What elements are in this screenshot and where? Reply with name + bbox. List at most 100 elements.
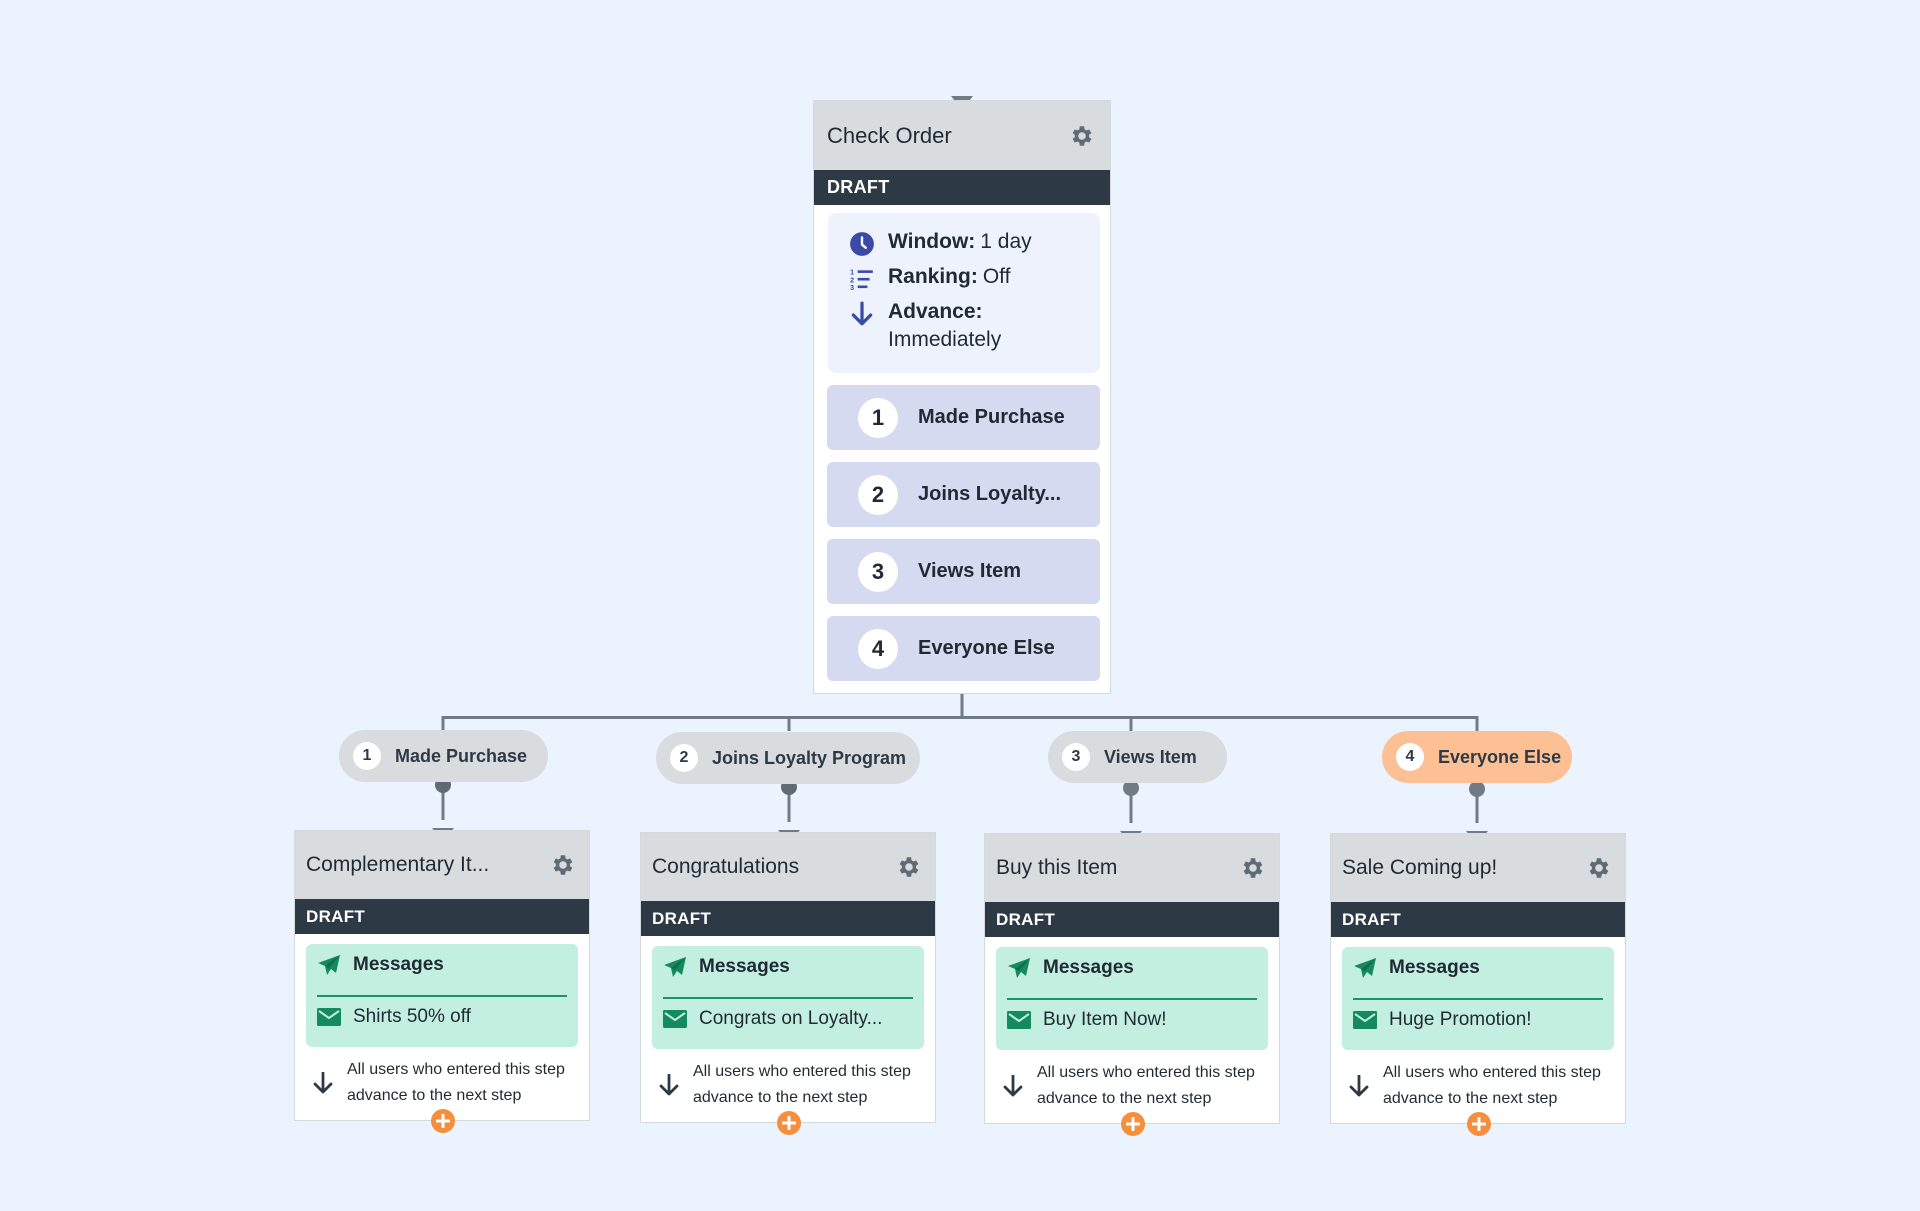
envelope-icon	[1353, 1011, 1377, 1029]
advance-info: All users who entered this step advance …	[1349, 1060, 1623, 1112]
divider	[317, 995, 567, 997]
branch-label: Everyone Else	[918, 637, 1055, 659]
pill-number: 3	[1062, 743, 1090, 771]
info-panel: Window: 1 day 123 Ranking: Off Advance: …	[828, 213, 1100, 373]
arrow-down-icon	[848, 300, 876, 328]
advance-text: All users who entered this step advance …	[347, 1061, 565, 1104]
node-header: Congratulations	[641, 833, 935, 901]
status-badge: DRAFT	[814, 170, 1110, 205]
node-header: Complementary It...	[295, 831, 589, 899]
send-icon	[1008, 958, 1030, 978]
status-badge: DRAFT	[295, 899, 589, 934]
advance-label: Advance:	[888, 300, 983, 323]
messages-header: Messages	[663, 956, 790, 978]
node-title: Complementary It...	[306, 853, 490, 876]
pill-number: 2	[670, 744, 698, 772]
ranking-label: Ranking:	[888, 265, 978, 288]
advance-info: All users who entered this step advance …	[1003, 1060, 1277, 1112]
branch-number: 4	[858, 628, 898, 669]
node-title: Congratulations	[652, 855, 800, 878]
status-badge: DRAFT	[641, 901, 935, 936]
status-text: DRAFT	[306, 906, 366, 926]
advance-text: Advance: Immediately	[888, 300, 1001, 356]
branch-item-2[interactable]: 2 Joins Loyalty...	[827, 462, 1100, 527]
window-label: Window:	[888, 230, 976, 253]
advance-text: All users who entered this step advance …	[1383, 1064, 1601, 1107]
window-value: 1 day	[980, 230, 1032, 253]
send-icon	[1354, 958, 1376, 978]
message-name: Congrats on Loyalty...	[699, 1008, 883, 1029]
divider	[1007, 998, 1257, 1000]
add-step-button[interactable]	[1121, 1112, 1145, 1136]
branch-label: Made Purchase	[918, 406, 1065, 428]
step-card-1[interactable]: Complementary It... DRAFT Messages Shirt…	[294, 830, 590, 1133]
plus-icon	[1472, 1117, 1486, 1131]
advance-info: All users who entered this step advance …	[313, 1057, 587, 1109]
advance-row: Advance: Immediately	[828, 300, 1001, 356]
advance-text: All users who entered this step advance …	[1037, 1064, 1255, 1107]
message-name: Buy Item Now!	[1043, 1009, 1167, 1030]
plus-icon	[436, 1114, 450, 1128]
messages-panel[interactable]: Messages Congrats on Loyalty...	[652, 946, 924, 1049]
message-item[interactable]: Shirts 50% off	[317, 1006, 471, 1028]
node-title: Buy this Item	[996, 856, 1118, 879]
pill-label: Views Item	[1104, 746, 1197, 767]
messages-panel[interactable]: Messages Huge Promotion!	[1342, 947, 1614, 1050]
ranking-value: Off	[982, 265, 1011, 288]
messages-header: Messages	[317, 954, 444, 976]
gear-icon[interactable]	[549, 852, 575, 878]
branch-item-4[interactable]: 4 Everyone Else	[827, 616, 1100, 681]
status-text: DRAFT	[996, 909, 1056, 929]
pill-number: 1	[353, 742, 381, 770]
message-item[interactable]: Congrats on Loyalty...	[663, 1008, 882, 1030]
gear-icon[interactable]	[1239, 855, 1265, 881]
node-header: Buy this Item	[985, 834, 1279, 902]
add-step-button[interactable]	[1467, 1112, 1491, 1136]
add-step-button[interactable]	[777, 1111, 801, 1135]
step-card-4[interactable]: Sale Coming up! DRAFT Messages Huge Prom…	[1330, 833, 1626, 1136]
branch-pill-4[interactable]: 4 Everyone Else	[1382, 731, 1572, 783]
branch-pill-2[interactable]: 2 Joins Loyalty Program	[656, 732, 920, 784]
messages-label: Messages	[353, 954, 444, 975]
check-order-node[interactable]: Check Order DRAFT Window: 1 day 123 Rank…	[813, 100, 1111, 694]
message-item[interactable]: Huge Promotion!	[1353, 1009, 1532, 1031]
branch-number: 1	[858, 397, 898, 438]
message-item[interactable]: Buy Item Now!	[1007, 1009, 1167, 1031]
step-card-2[interactable]: Congratulations DRAFT Messages Congrats …	[640, 832, 936, 1135]
add-step-button[interactable]	[431, 1109, 455, 1133]
ranking-row: 123 Ranking: Off	[828, 265, 1010, 293]
branch-item-1[interactable]: 1 Made Purchase	[827, 385, 1100, 450]
gear-icon[interactable]	[895, 854, 921, 880]
status-text: DRAFT	[1342, 909, 1402, 929]
message-name: Huge Promotion!	[1389, 1009, 1532, 1030]
branch-label: Joins Loyalty...	[918, 483, 1061, 505]
send-icon	[664, 957, 686, 977]
pill-label: Joins Loyalty Program	[712, 747, 907, 768]
status-text: DRAFT	[827, 177, 890, 197]
divider	[1353, 998, 1603, 1000]
messages-panel[interactable]: Messages Shirts 50% off	[306, 944, 578, 1047]
branch-item-3[interactable]: 3 Views Item	[827, 539, 1100, 604]
messages-panel[interactable]: Messages Buy Item Now!	[996, 947, 1268, 1050]
messages-header: Messages	[1353, 957, 1480, 979]
branch-pill-1[interactable]: 1 Made Purchase	[339, 730, 548, 782]
branch-number: 3	[858, 551, 898, 592]
messages-header: Messages	[1007, 957, 1134, 979]
pill-number: 4	[1396, 743, 1424, 771]
svg-text:3: 3	[850, 285, 854, 292]
advance-info: All users who entered this step advance …	[659, 1059, 933, 1111]
node-header: Check Order	[814, 101, 1110, 170]
arrow-down-icon	[313, 1072, 333, 1094]
ranking-list-icon: 123	[848, 265, 876, 293]
window-row: Window: 1 day	[828, 230, 1032, 258]
gear-icon[interactable]	[1585, 855, 1611, 881]
advance-value: Immediately	[888, 328, 1002, 351]
branch-pill-3[interactable]: 3 Views Item	[1048, 731, 1227, 783]
gear-icon[interactable]	[1068, 123, 1094, 149]
step-card-3[interactable]: Buy this Item DRAFT Messages Buy Item No…	[984, 833, 1280, 1136]
arrow-down-icon	[1349, 1075, 1369, 1097]
plus-icon	[1126, 1117, 1140, 1131]
status-badge: DRAFT	[985, 902, 1279, 937]
branch-bus	[441, 716, 1479, 731]
node-title: Sale Coming up!	[1342, 856, 1498, 879]
